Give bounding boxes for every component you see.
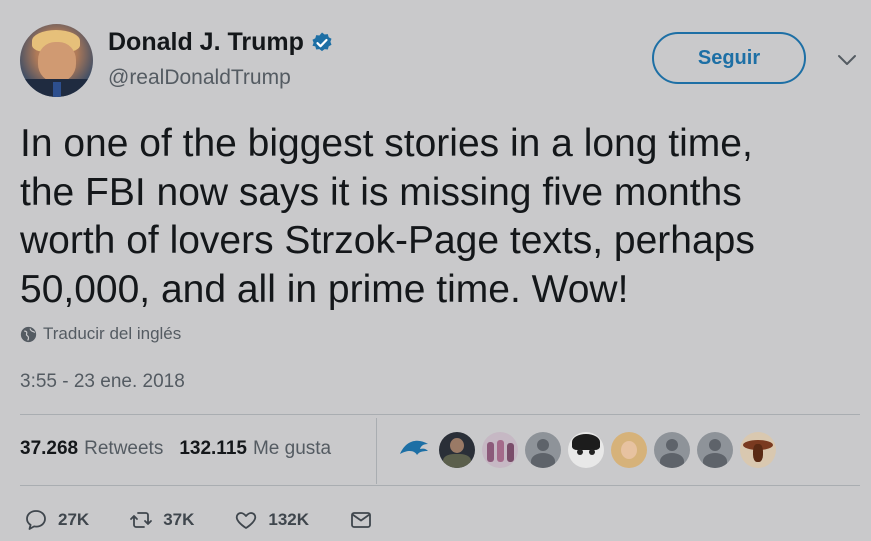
divider-top bbox=[20, 414, 860, 415]
globe-icon bbox=[20, 326, 37, 342]
likes-label[interactable]: Me gusta bbox=[253, 438, 331, 460]
translate-link[interactable]: Traducir del inglés bbox=[20, 324, 181, 344]
avatar-tie bbox=[53, 82, 61, 97]
avatar-face bbox=[38, 42, 76, 82]
direct-message-button[interactable] bbox=[349, 508, 383, 532]
retweets-label[interactable]: Retweets bbox=[84, 438, 163, 460]
stats-separator bbox=[376, 418, 377, 484]
like-button[interactable]: 132K bbox=[234, 508, 309, 532]
tweet-text: In one of the biggest stories in a long … bbox=[20, 122, 755, 311]
heart-icon bbox=[236, 512, 257, 529]
default-avatar[interactable] bbox=[697, 432, 733, 468]
person-photo-avatar[interactable] bbox=[439, 432, 475, 468]
reply-icon bbox=[26, 510, 46, 530]
chevron-down-icon[interactable] bbox=[836, 52, 858, 68]
envelope-icon bbox=[351, 512, 371, 528]
actions-bar: 27K 37K 132K bbox=[24, 508, 423, 532]
verified-badge-icon bbox=[312, 32, 332, 51]
retweets-count[interactable]: 37.268 bbox=[20, 438, 78, 460]
blue-bird-logo-avatar[interactable] bbox=[396, 432, 432, 468]
blonde-person-avatar[interactable] bbox=[611, 432, 647, 468]
liker-avatars bbox=[396, 432, 776, 468]
name-row: Donald J. Trump bbox=[108, 28, 334, 57]
default-avatar[interactable] bbox=[525, 432, 561, 468]
retweet-button[interactable]: 37K bbox=[129, 508, 194, 532]
follow-button[interactable]: Seguir bbox=[652, 32, 806, 84]
likes-count[interactable]: 132.115 bbox=[179, 438, 247, 460]
cartoon-face-avatar[interactable] bbox=[568, 432, 604, 468]
timestamp[interactable]: 3:55 - 23 ene. 2018 bbox=[20, 371, 185, 393]
avatar[interactable] bbox=[20, 24, 93, 97]
display-name[interactable]: Donald J. Trump bbox=[108, 28, 304, 57]
retweet-icon bbox=[130, 512, 153, 528]
reply-count: 27K bbox=[58, 510, 90, 529]
reply-button[interactable]: 27K bbox=[24, 508, 89, 532]
translate-label: Traducir del inglés bbox=[43, 324, 182, 343]
like-count: 132K bbox=[268, 510, 310, 529]
user-handle[interactable]: @realDonaldTrump bbox=[108, 66, 291, 90]
default-avatar[interactable] bbox=[654, 432, 690, 468]
divider-bottom bbox=[20, 485, 860, 486]
retweet-count: 37K bbox=[163, 510, 195, 529]
eagle-emblem-avatar[interactable] bbox=[740, 432, 776, 468]
tweet-card: Donald J. Trump @realDonaldTrump Seguir … bbox=[0, 0, 871, 541]
group-photo-avatar[interactable] bbox=[482, 432, 518, 468]
stats-row: 37.268 Retweets 132.115 Me gusta bbox=[20, 438, 347, 460]
